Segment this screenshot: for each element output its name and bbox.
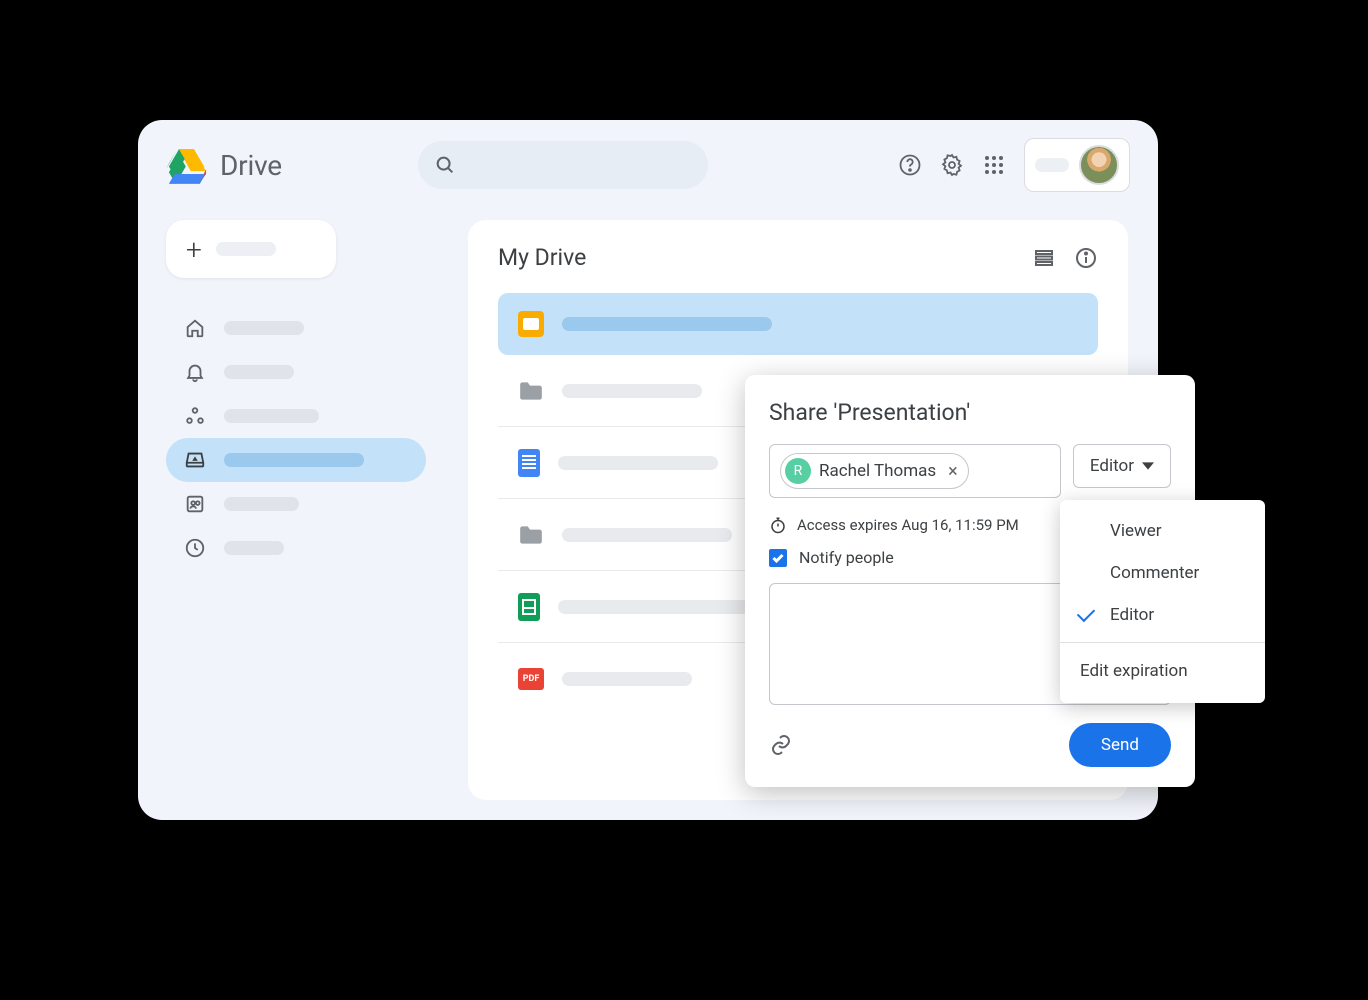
notify-label: Notify people bbox=[799, 548, 894, 567]
clock-icon bbox=[184, 537, 206, 559]
stopwatch-icon bbox=[769, 516, 787, 534]
bell-icon bbox=[184, 361, 206, 383]
role-option-viewer[interactable]: Viewer bbox=[1060, 510, 1265, 552]
file-name-placeholder bbox=[562, 317, 772, 331]
folder-icon bbox=[518, 524, 544, 546]
my-drive-icon bbox=[184, 449, 206, 471]
plus-icon: + bbox=[186, 233, 202, 266]
sidebar-item-my-drive[interactable] bbox=[166, 438, 426, 482]
page-title: My Drive bbox=[498, 244, 586, 271]
copy-link-icon[interactable] bbox=[769, 733, 793, 757]
nav-label-placeholder bbox=[224, 409, 319, 423]
check-icon bbox=[772, 553, 784, 563]
role-selected-label: Editor bbox=[1090, 456, 1134, 476]
docs-file-icon bbox=[518, 449, 540, 477]
file-name-placeholder bbox=[558, 600, 768, 614]
file-name-placeholder bbox=[562, 384, 702, 398]
person-name: Rachel Thomas bbox=[819, 461, 936, 481]
menu-divider bbox=[1060, 642, 1265, 643]
chip-remove-icon[interactable]: × bbox=[948, 461, 958, 482]
new-label-placeholder bbox=[216, 242, 276, 256]
sidebar-item-workspaces[interactable] bbox=[166, 394, 426, 438]
file-row-selected[interactable] bbox=[498, 293, 1098, 355]
view-list-icon[interactable] bbox=[1032, 246, 1056, 270]
chevron-down-icon bbox=[1142, 460, 1154, 472]
file-name-placeholder bbox=[558, 456, 718, 470]
sidebar: + bbox=[166, 220, 426, 570]
role-option-editor[interactable]: Editor bbox=[1060, 594, 1265, 636]
new-button[interactable]: + bbox=[166, 220, 336, 278]
share-people-input[interactable]: R Rachel Thomas × bbox=[769, 444, 1061, 498]
main-header: My Drive bbox=[468, 244, 1128, 283]
file-name-placeholder bbox=[562, 672, 692, 686]
workspaces-icon bbox=[184, 405, 206, 427]
send-button[interactable]: Send bbox=[1069, 723, 1171, 767]
access-expiry-text: Access expires Aug 16, 11:59 PM bbox=[797, 516, 1019, 534]
sidebar-item-recent[interactable] bbox=[166, 526, 426, 570]
sheets-file-icon bbox=[518, 593, 540, 621]
person-avatar: R bbox=[785, 458, 811, 484]
role-dropdown-menu: Viewer Commenter Editor Edit expiration bbox=[1060, 500, 1265, 703]
sidebar-item-shared-drives[interactable] bbox=[166, 482, 426, 526]
nav-label-placeholder bbox=[224, 321, 304, 335]
role-dropdown-button[interactable]: Editor bbox=[1073, 444, 1171, 488]
shared-drives-icon bbox=[184, 493, 206, 515]
folder-icon bbox=[518, 380, 544, 402]
help-icon[interactable] bbox=[898, 153, 922, 177]
info-icon[interactable] bbox=[1074, 246, 1098, 270]
apps-grid-icon[interactable] bbox=[982, 153, 1006, 177]
app-name: Drive bbox=[220, 149, 282, 182]
app-header: Drive bbox=[138, 120, 1158, 210]
person-chip[interactable]: R Rachel Thomas × bbox=[780, 453, 969, 489]
user-avatar bbox=[1079, 145, 1119, 185]
search-input[interactable] bbox=[418, 141, 708, 189]
pdf-file-icon: PDF bbox=[518, 668, 544, 690]
account-switcher[interactable] bbox=[1024, 138, 1130, 192]
notify-checkbox[interactable] bbox=[769, 549, 787, 567]
account-label-placeholder bbox=[1035, 158, 1069, 172]
nav-label-placeholder bbox=[224, 541, 284, 555]
share-dialog-title: Share 'Presentation' bbox=[769, 399, 1171, 426]
app-logo[interactable]: Drive bbox=[166, 146, 282, 184]
role-option-commenter[interactable]: Commenter bbox=[1060, 552, 1265, 594]
header-actions bbox=[898, 138, 1130, 192]
edit-expiration-option[interactable]: Edit expiration bbox=[1060, 649, 1265, 693]
search-icon bbox=[434, 154, 456, 176]
slides-file-icon bbox=[518, 311, 544, 337]
sidebar-item-home[interactable] bbox=[166, 306, 426, 350]
home-icon bbox=[184, 317, 206, 339]
nav-label-placeholder bbox=[224, 453, 364, 467]
file-name-placeholder bbox=[562, 528, 732, 542]
nav-label-placeholder bbox=[224, 497, 299, 511]
drive-logo-icon bbox=[166, 146, 208, 184]
sidebar-item-activity[interactable] bbox=[166, 350, 426, 394]
nav-label-placeholder bbox=[224, 365, 294, 379]
settings-gear-icon[interactable] bbox=[940, 153, 964, 177]
